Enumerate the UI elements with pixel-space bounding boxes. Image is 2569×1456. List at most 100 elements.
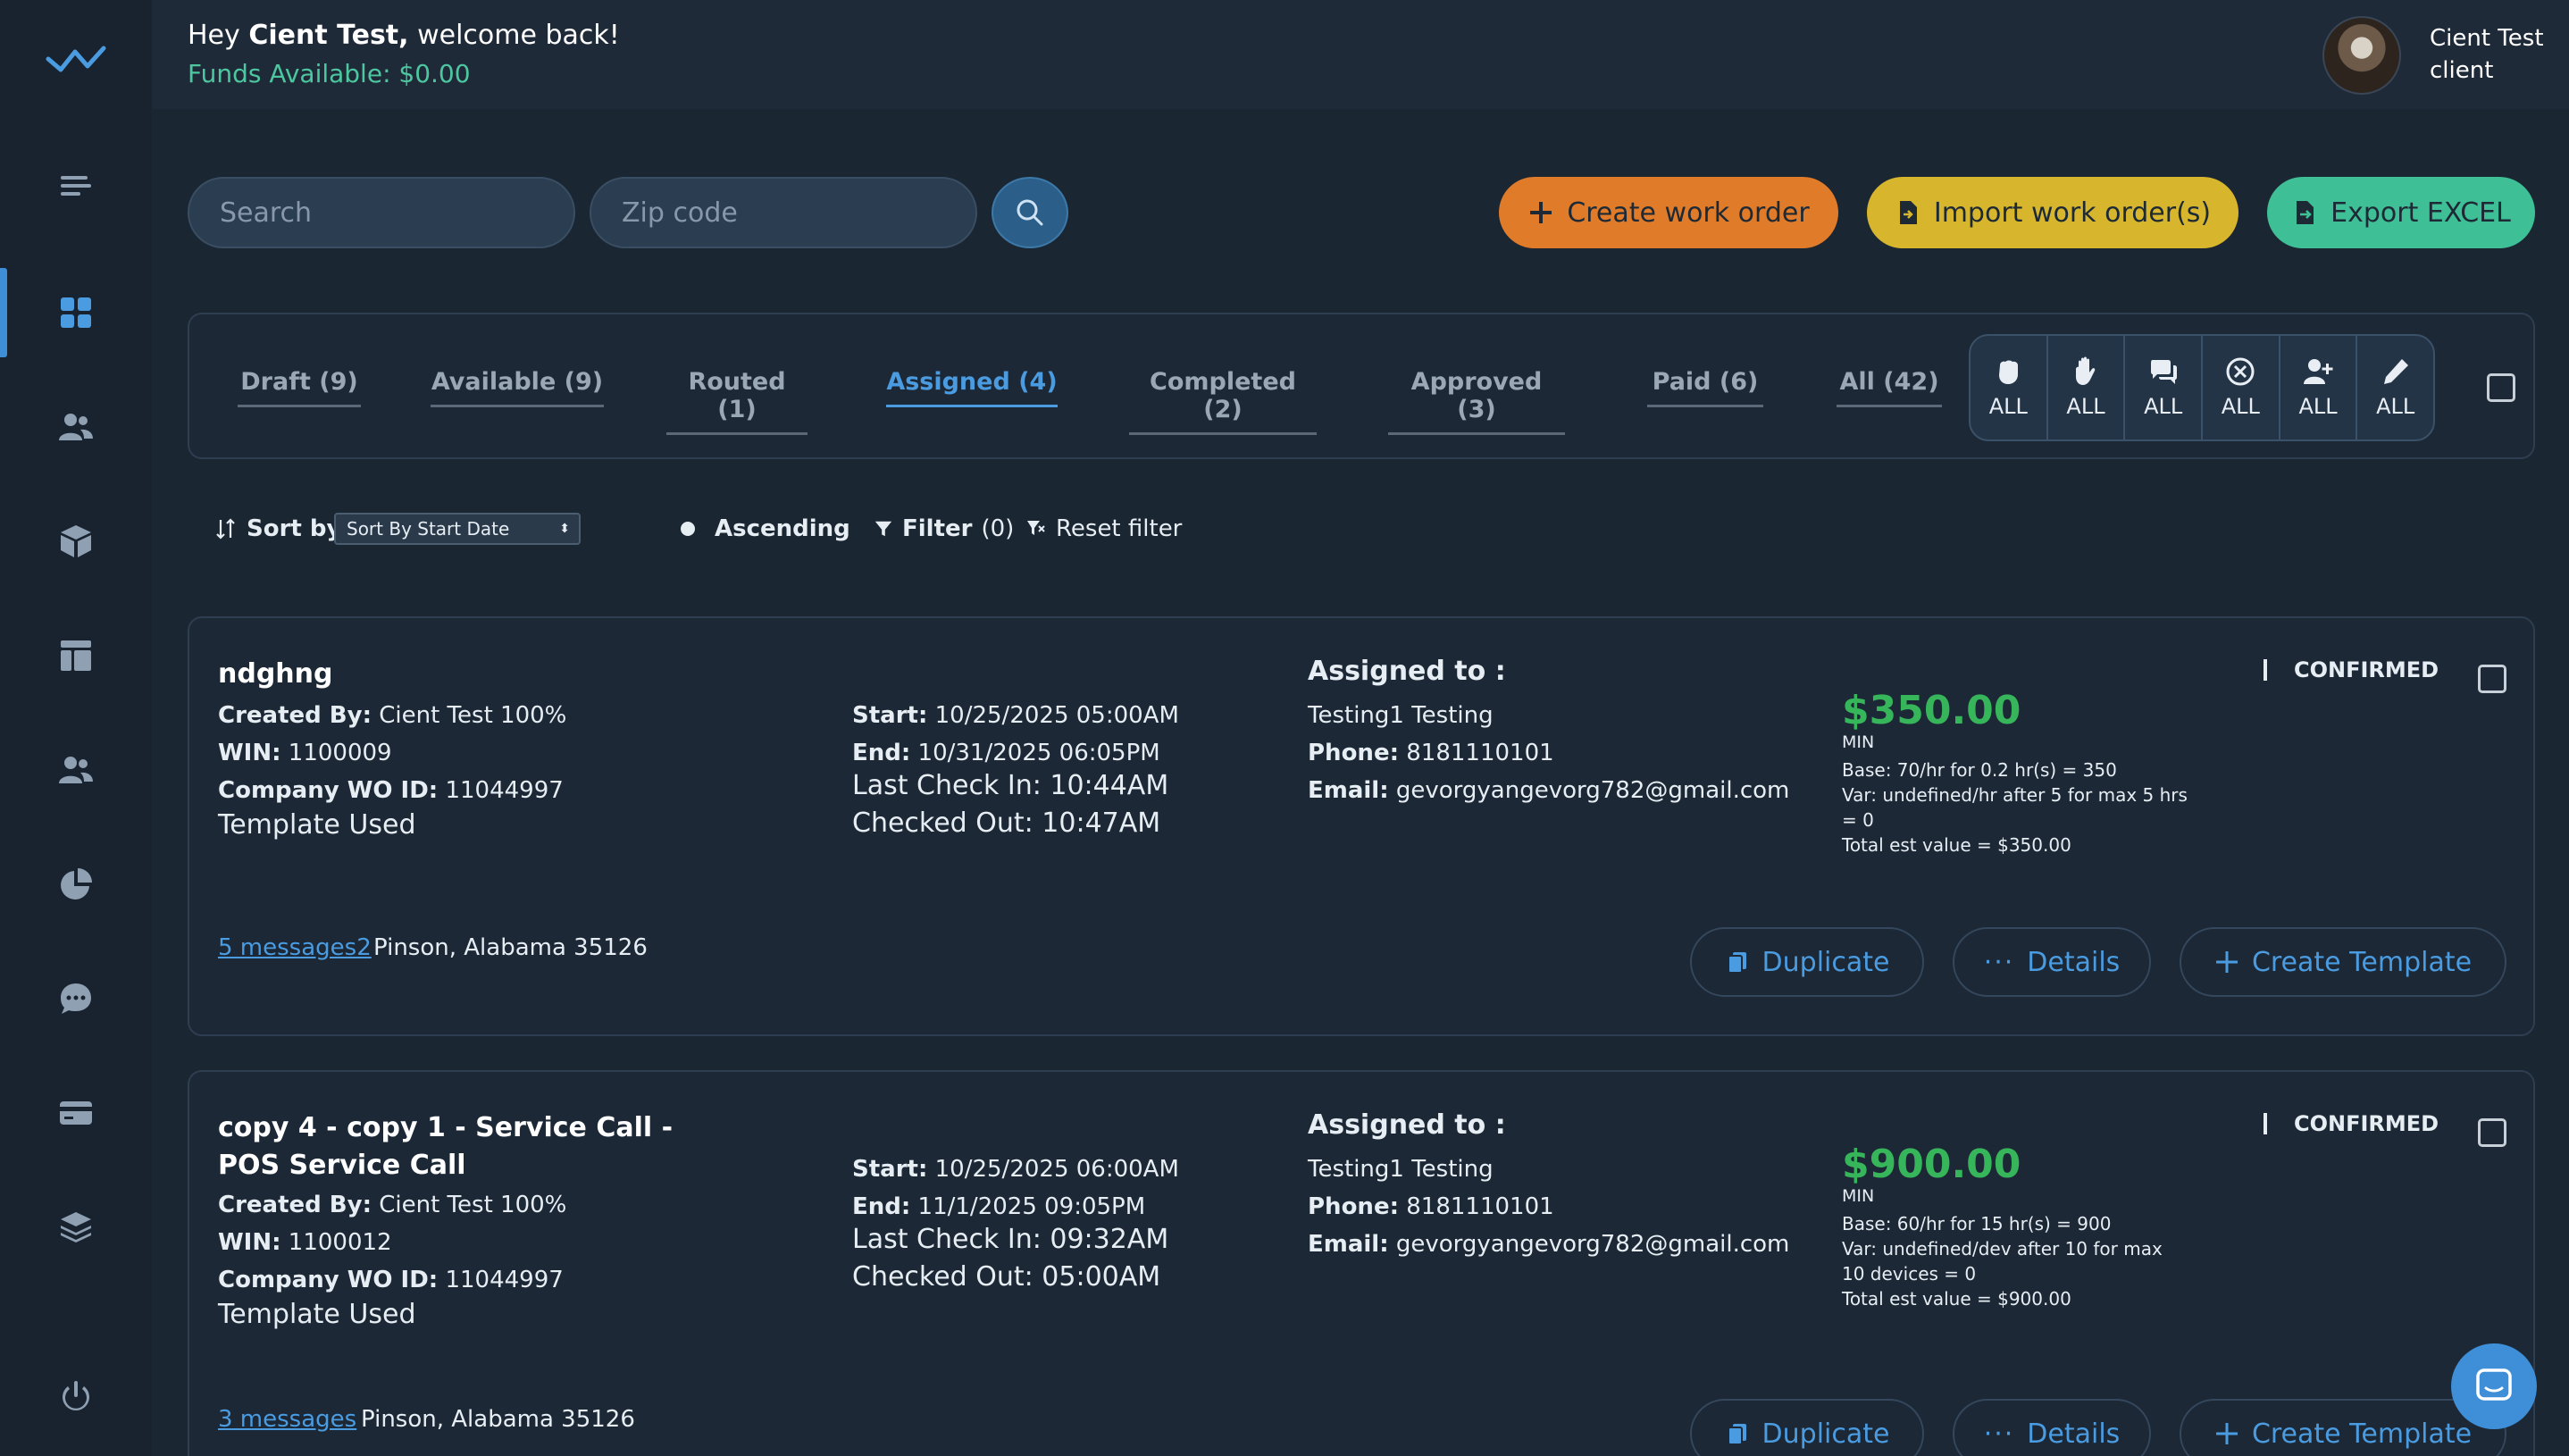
price: $900.00 [1842, 1142, 2021, 1187]
reset-filter-button[interactable]: Reset filter [1025, 509, 1182, 548]
user-plus-icon [2304, 359, 2333, 384]
menu-toggle-icon[interactable] [49, 159, 103, 213]
duplicate-button[interactable]: Duplicate [1690, 1399, 1924, 1456]
messages-link[interactable]: 5 messages2 [218, 934, 372, 961]
filter-user-add[interactable]: ALL [2280, 336, 2358, 439]
team-icon[interactable] [49, 743, 103, 797]
calc-base: Base: 70/hr for 0.2 hr(s) = 350 [1842, 759, 2117, 781]
power-icon[interactable] [49, 1370, 103, 1424]
calc-var: Var: undefined/dev after 10 for max 10 d… [1842, 1238, 2163, 1284]
filter-comments[interactable]: ALL [2125, 336, 2204, 439]
search-input[interactable] [188, 177, 575, 248]
tab-approved[interactable]: Approved (3) [1388, 368, 1565, 435]
filter-cancelled[interactable]: ALL [2203, 336, 2280, 439]
copy-icon [1727, 952, 1746, 974]
duplicate-label: Duplicate [1761, 1418, 1890, 1450]
price: $350.00 [1842, 688, 2021, 733]
sort-label: Sort by: [214, 509, 351, 548]
chat-icon[interactable] [49, 972, 103, 1025]
details-label: Details [2027, 946, 2121, 978]
status-badge: CONFIRMED [2294, 1111, 2439, 1136]
greeting: Hey Cient Test, welcome back! [188, 20, 620, 51]
filter-button[interactable]: Filter (0) [874, 509, 1014, 548]
phone-label: Phone: [1308, 740, 1399, 766]
messages-link[interactable]: 3 messages [218, 1406, 356, 1433]
company-wo-value: 11044997 [445, 1267, 564, 1293]
work-order-title[interactable]: copy 4 - copy 1 - Service Call - POS Ser… [218, 1109, 718, 1184]
calc-var: Var: undefined/hr after 5 for max 5 hrs … [1842, 784, 2188, 831]
tab-draft[interactable]: Draft (9) [238, 368, 361, 407]
card-icon[interactable] [49, 1086, 103, 1140]
dashboard-icon[interactable] [49, 286, 103, 339]
filter-cancelled-label: ALL [2221, 394, 2260, 419]
price-calculation: Base: 60/hr for 15 hr(s) = 900 Var: unde… [1842, 1211, 2190, 1311]
layout-icon[interactable] [49, 629, 103, 682]
search-icon [1017, 199, 1043, 226]
logo-icon[interactable] [45, 36, 107, 80]
layers-icon[interactable] [49, 1201, 103, 1254]
win: WIN: 1100009 [218, 740, 392, 766]
import-work-order-button[interactable]: Import work order(s) [1867, 177, 2238, 248]
profile-name[interactable]: Cient Test [2430, 25, 2544, 52]
copy-icon [1727, 1424, 1746, 1445]
price-unit: MIN [1842, 1186, 1875, 1206]
tab-routed[interactable]: Routed (1) [666, 368, 808, 435]
avatar[interactable] [2322, 16, 2401, 95]
assignee-name: Testing1 Testing [1308, 702, 1494, 729]
filter-label: Filter [902, 515, 973, 542]
win-value: 1100012 [288, 1229, 392, 1256]
start-date: Start: 10/25/2025 06:00AM [852, 1156, 1179, 1183]
ellipsis-icon: ··· [1983, 1418, 2015, 1450]
top-header: Hey Cient Test, welcome back! Funds Avai… [152, 0, 2569, 109]
sort-arrows-icon [216, 518, 235, 540]
created-by: Created By: Cient Test 100% [218, 1192, 566, 1218]
email-value: gevorgyangevorg782@gmail.com [1395, 777, 1790, 804]
card-checkbox[interactable] [2478, 665, 2506, 693]
sort-select[interactable]: Sort By Start Date ⬍ [334, 513, 581, 545]
create-work-order-button[interactable]: Create work order [1499, 177, 1838, 248]
status-divider [2264, 659, 2267, 681]
assignee-email: Email: gevorgyangevorg782@gmail.com [1308, 1231, 1789, 1258]
search-button[interactable] [992, 177, 1068, 248]
duplicate-button[interactable]: Duplicate [1690, 927, 1924, 997]
end-date: End: 11/1/2025 09:05PM [852, 1193, 1145, 1220]
users-icon[interactable] [49, 400, 103, 454]
tab-all[interactable]: All (42) [1837, 368, 1942, 407]
greeting-user-name: Cient Test, [248, 20, 409, 51]
end-label: End: [852, 1193, 911, 1220]
funnel-icon [874, 521, 892, 537]
start-value: 10/25/2025 06:00AM [934, 1156, 1179, 1183]
end-value: 11/1/2025 09:05PM [917, 1193, 1146, 1220]
ascending-toggle[interactable]: Ascending [681, 509, 850, 548]
phone-value: 8181110101 [1406, 1193, 1554, 1220]
create-template-button[interactable]: Create Template [2180, 927, 2506, 997]
tab-paid[interactable]: Paid (6) [1647, 368, 1763, 407]
zip-code-input[interactable] [590, 177, 977, 248]
filter-comments-label: ALL [2144, 394, 2183, 419]
details-button[interactable]: ··· Details [1953, 927, 2151, 997]
create-template-label: Create Template [2251, 1418, 2473, 1450]
tab-assigned[interactable]: Assigned (4) [886, 368, 1058, 407]
box-icon[interactable] [49, 515, 103, 568]
phone-value: 8181110101 [1406, 740, 1554, 766]
company-wo-label: Company WO ID: [218, 777, 439, 804]
details-button[interactable]: ··· Details [1953, 1399, 2151, 1456]
tab-completed[interactable]: Completed (2) [1129, 368, 1317, 435]
profile-role: client [2430, 57, 2494, 84]
select-all-checkbox[interactable] [2487, 373, 2515, 402]
filter-edit[interactable]: ALL [2357, 336, 2433, 439]
chat-support-button[interactable] [2451, 1343, 2537, 1429]
tab-available[interactable]: Available (9) [431, 368, 604, 407]
work-order-card: copy 4 - copy 1 - Service Call - POS Ser… [188, 1070, 2535, 1456]
assigned-label-text: Assigned to : [1308, 656, 1506, 687]
card-checkbox[interactable] [2478, 1118, 2506, 1147]
export-excel-button[interactable]: Export EXCEL [2267, 177, 2535, 248]
email-label: Email: [1308, 777, 1389, 804]
pie-chart-icon[interactable] [49, 858, 103, 911]
work-order-title[interactable]: ndghng [218, 656, 718, 693]
create-template-label: Create Template [2251, 946, 2473, 978]
filter-fist[interactable]: ALL [1971, 336, 2048, 439]
calc-base: Base: 60/hr for 15 hr(s) = 900 [1842, 1213, 2112, 1234]
filter-hand[interactable]: ALL [2048, 336, 2126, 439]
assigned-label-text: Assigned to : [1308, 1109, 1506, 1141]
